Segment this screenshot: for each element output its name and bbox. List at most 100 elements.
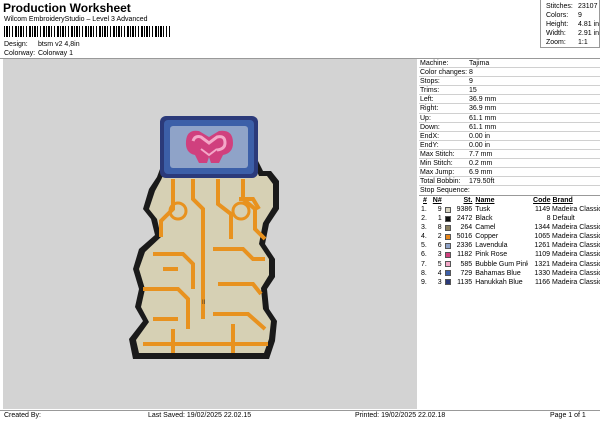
color-swatch (444, 242, 451, 249)
stop-row: 5. 6 2336Lavendula 1261Madeira Classic 40 (419, 241, 600, 250)
stop-index: 6. (421, 251, 427, 259)
stop-needle: 3 (437, 251, 442, 259)
machine-row: Up: 61.1 mm (419, 114, 600, 123)
stop-stitches: 264 (460, 224, 473, 232)
stop-row: 6. 3 1182Pink Rose 1109Madeira Classic 40 (419, 250, 600, 259)
stop-sequence: Stop Sequence: # N# St. Name Code Brand … (419, 186, 600, 287)
stop-index: 3. (421, 224, 427, 232)
stat-value: 4.81 in (578, 21, 600, 28)
stats-box: Stitches: 23107 Colors: 9 Height: 4.81 in Widt… (540, 0, 600, 48)
machine-value: 9 (469, 78, 473, 86)
stop-index: 5. (421, 242, 427, 250)
stop-sequence-heading: Stop Sequence: (419, 186, 600, 196)
color-swatch (444, 270, 451, 277)
stop-index: 9. (421, 278, 427, 286)
design-preview[interactable]: II (3, 59, 417, 409)
stop-swatch-cell (444, 241, 452, 250)
stop-index: 8. (421, 269, 427, 277)
design-label: Design: (4, 41, 28, 48)
stop-brand: Madeira Classic 40 (552, 269, 600, 277)
stat-label: Zoom: (546, 39, 566, 46)
machine-value: Tajima (469, 60, 490, 67)
stop-stitches: 2336 (456, 242, 473, 250)
stop-stitches: 1182 (457, 251, 473, 259)
colorway-label: Colorway: (4, 50, 36, 57)
machine-value: 61.1 mm (469, 114, 497, 122)
col-index: # (423, 197, 427, 204)
stop-row: 9. 3 1135 Hanukkah Blue 1166 Madeira Classic … (419, 278, 600, 287)
machine-row: Right: 36.9 mm (419, 104, 600, 114)
col-name: Name (475, 197, 495, 204)
stop-code: 1065 (534, 233, 550, 241)
stat-row: Colors: 9 (546, 11, 599, 20)
stop-row: 2. 1 2472 Black 8 Default (419, 214, 600, 223)
machine-row: Min Stitch: 0.2 mm (419, 159, 600, 169)
stop-brand: Madeira Classic 40 (552, 260, 600, 268)
stat-row: Zoom: 1:1 (546, 38, 599, 47)
printed-date: Printed: 19/02/2025 22.02.18 (355, 412, 446, 419)
page-number: Page 1 of 1 (550, 412, 586, 419)
color-swatch (444, 279, 451, 286)
color-swatch (444, 206, 451, 213)
stop-code: 1321 (534, 260, 550, 268)
created-by: Created By: (4, 412, 41, 419)
stop-stitches: 1135 (457, 278, 473, 286)
stop-thread-name: Black (475, 215, 493, 223)
stat-label: Colors: (546, 12, 569, 19)
color-swatch (444, 224, 451, 231)
stop-brand: Madeira Classic 40 (552, 224, 600, 232)
design-value: btsm v2 4,8in (37, 41, 80, 48)
design-row: Design: btsm v2 4,8in (4, 41, 80, 48)
stop-code: 8 (546, 215, 551, 223)
col-code: Code (533, 197, 551, 204)
stop-swatch-cell (444, 214, 452, 223)
colorway-value: Colorway 1 (37, 50, 73, 57)
stop-needle: 5 (437, 260, 442, 268)
machine-value: 15 (469, 87, 477, 95)
stop-brand: Madeira Classic 40 (552, 206, 600, 213)
col-brand: Brand (552, 197, 573, 204)
color-swatch (444, 261, 451, 268)
stop-index: 1. (421, 206, 427, 213)
col-stitches: St. (463, 197, 473, 204)
stop-index: 4. (421, 233, 427, 241)
machine-value: 0.00 in (469, 141, 491, 149)
stop-row: 8. 4 729Bahamas Blue 1330Madeira Classic 40 (419, 269, 600, 278)
machine-row: EndY: 0.00 in (419, 141, 600, 150)
stop-brand: Default (552, 215, 575, 223)
stop-index: 7. (421, 260, 427, 268)
stop-code: 1344 (534, 224, 550, 232)
machine-label: Trims: (420, 87, 440, 95)
machine-value: 36.9 mm (469, 96, 497, 104)
stop-index: 2. (421, 215, 427, 223)
stop-code: 1109 (534, 251, 550, 259)
stop-needle: 9 (437, 206, 442, 213)
machine-row: Max Stitch: 7.7 mm (419, 150, 600, 160)
stop-stitches: 729 (460, 269, 473, 277)
stop-swatch-cell (444, 205, 452, 214)
footer-divider (0, 410, 600, 411)
stop-needle: 3 (437, 278, 442, 286)
stop-brand: Madeira Classic 40 (552, 233, 600, 241)
machine-info: Machine: Tajima Color changes: 8 Stops: 9 Trim… (419, 59, 600, 187)
barcode (4, 26, 170, 37)
machine-label: Up: (420, 114, 431, 122)
colorway-row: Colorway: Colorway 1 (4, 50, 73, 57)
machine-row: Total Bobbin: 179.50ft (419, 177, 600, 187)
stop-swatch-cell (444, 278, 452, 287)
stop-row: 3. 8 264Camel 1344Madeira Classic 40 (419, 223, 600, 232)
machine-label: EndX: (420, 132, 440, 140)
stop-row: 4. 2 5016Copper 1065Madeira Classic 40 (419, 232, 600, 241)
stop-code: 1330 (534, 269, 550, 277)
machine-row: Max Jump: 6.9 mm (419, 168, 600, 178)
stop-swatch-cell (444, 250, 452, 259)
stat-value: 9 (578, 12, 582, 19)
stat-value: 1:1 (578, 39, 588, 46)
stop-thread-name: Pink Rose (475, 251, 508, 259)
stop-row: 1. 9 9386Tusk 1149Madeira Classic 40 (419, 205, 600, 214)
stop-thread-name: Bubble Gum Pink (475, 260, 529, 268)
stop-stitches: 2472 (456, 215, 473, 223)
stop-thread-name: Lavendula (475, 242, 508, 250)
embroidery-design: II (129, 116, 279, 359)
stop-code: 1261 (534, 242, 550, 250)
